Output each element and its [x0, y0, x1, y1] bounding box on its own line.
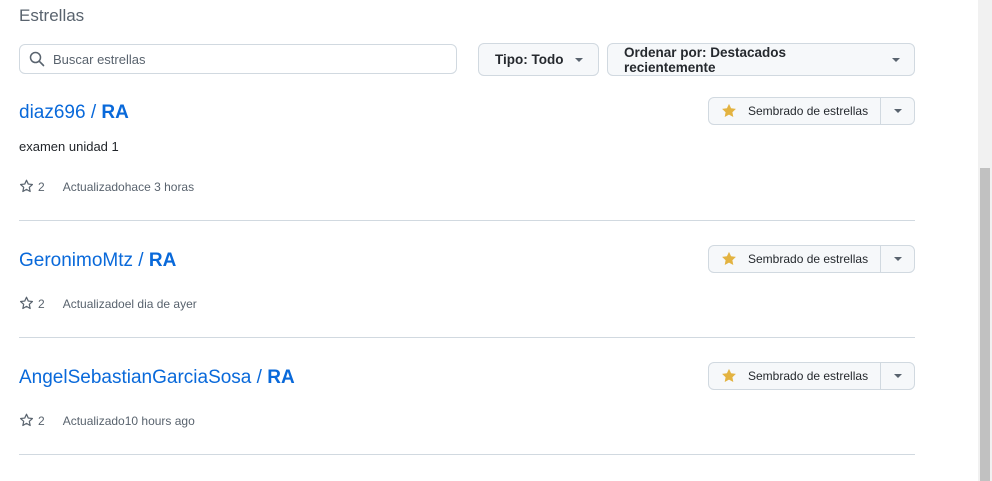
updated-text: Actualizado10 hours ago [62, 413, 195, 428]
list-menu-button[interactable] [881, 98, 914, 124]
star-outline-icon[interactable] [19, 179, 34, 194]
repo-owner: diaz696 [19, 102, 86, 123]
updated-text: Actualizadohace 3 horas [62, 179, 195, 194]
sort-dropdown[interactable]: Ordenar por: Destacados recientemente [607, 43, 915, 76]
search-box[interactable] [19, 44, 457, 74]
repo-name: RA [148, 250, 177, 271]
repo-meta: 2 Actualizadohace 3 horas [19, 179, 194, 194]
star-button[interactable]: Sembrado de estrellas [708, 362, 915, 390]
scrollbar-thumb[interactable] [980, 168, 990, 481]
list-menu-button[interactable] [881, 246, 914, 272]
repo-link[interactable]: GeronimoMtz / RA [19, 250, 176, 272]
type-filter-dropdown[interactable]: Tipo: Todo [478, 43, 599, 76]
page-title: Estrellas [19, 6, 85, 25]
chevron-down-icon [893, 257, 902, 261]
repo-description: examen unidad 1 [19, 139, 119, 154]
stars-count[interactable]: 2 [38, 414, 45, 428]
repo-meta: 2 Actualizado10 hours ago [19, 413, 195, 428]
sort-label: Ordenar por: Destacados recientemente [624, 44, 787, 75]
repo-separator: / [251, 367, 268, 388]
search-input[interactable] [53, 51, 433, 67]
chevron-down-icon [575, 57, 584, 62]
stars-count[interactable]: 2 [38, 297, 45, 311]
scrollbar[interactable] [978, 0, 992, 481]
type-filter-label: Tipo: Todo [495, 52, 564, 67]
star-button-label: Sembrado de estrellas [748, 252, 869, 266]
chevron-down-icon [892, 57, 900, 62]
star-button[interactable]: Sembrado de estrellas [708, 97, 915, 125]
chevron-down-icon [893, 109, 902, 113]
chevron-down-icon [893, 374, 902, 378]
starred-toggle[interactable]: Sembrado de estrellas [709, 246, 881, 272]
star-filled-icon [721, 251, 737, 267]
star-outline-icon[interactable] [19, 296, 34, 311]
repo-link[interactable]: diaz696 / RA [19, 102, 129, 124]
star-button[interactable]: Sembrado de estrellas [708, 245, 915, 273]
list-item: GeronimoMtz / RA 2 Actualizadoel dia de … [19, 243, 915, 338]
list-item: AngelSebastianGarciaSosa / RA 2 Actualiz… [19, 360, 915, 455]
starred-page: Estrellas Tipo: Todo Ordenar por: Destac… [0, 0, 992, 481]
updated-text: Actualizadoel dia de ayer [62, 296, 197, 311]
repo-meta: 2 Actualizadoel dia de ayer [19, 296, 197, 311]
repo-separator: / [85, 102, 102, 123]
star-outline-icon[interactable] [19, 413, 34, 428]
repo-link[interactable]: AngelSebastianGarciaSosa / RA [19, 367, 295, 389]
star-button-label: Sembrado de estrellas [748, 104, 869, 118]
starred-toggle[interactable]: Sembrado de estrellas [709, 363, 881, 389]
search-icon [29, 51, 45, 67]
star-filled-icon [721, 368, 737, 384]
repo-name: RA [101, 102, 129, 123]
starred-toggle[interactable]: Sembrado de estrellas [709, 98, 881, 124]
repo-separator: / [133, 250, 149, 271]
stars-count[interactable]: 2 [38, 180, 45, 194]
list-menu-button[interactable] [881, 363, 914, 389]
repo-name: RA [267, 367, 295, 388]
repo-owner: AngelSebastianGarciaSosa [19, 367, 252, 388]
star-filled-icon [721, 103, 737, 119]
list-item: diaz696 / RA examen unidad 1 2 Actualiza… [19, 95, 915, 221]
star-button-label: Sembrado de estrellas [748, 369, 869, 383]
repo-owner: GeronimoMtz [19, 250, 134, 271]
